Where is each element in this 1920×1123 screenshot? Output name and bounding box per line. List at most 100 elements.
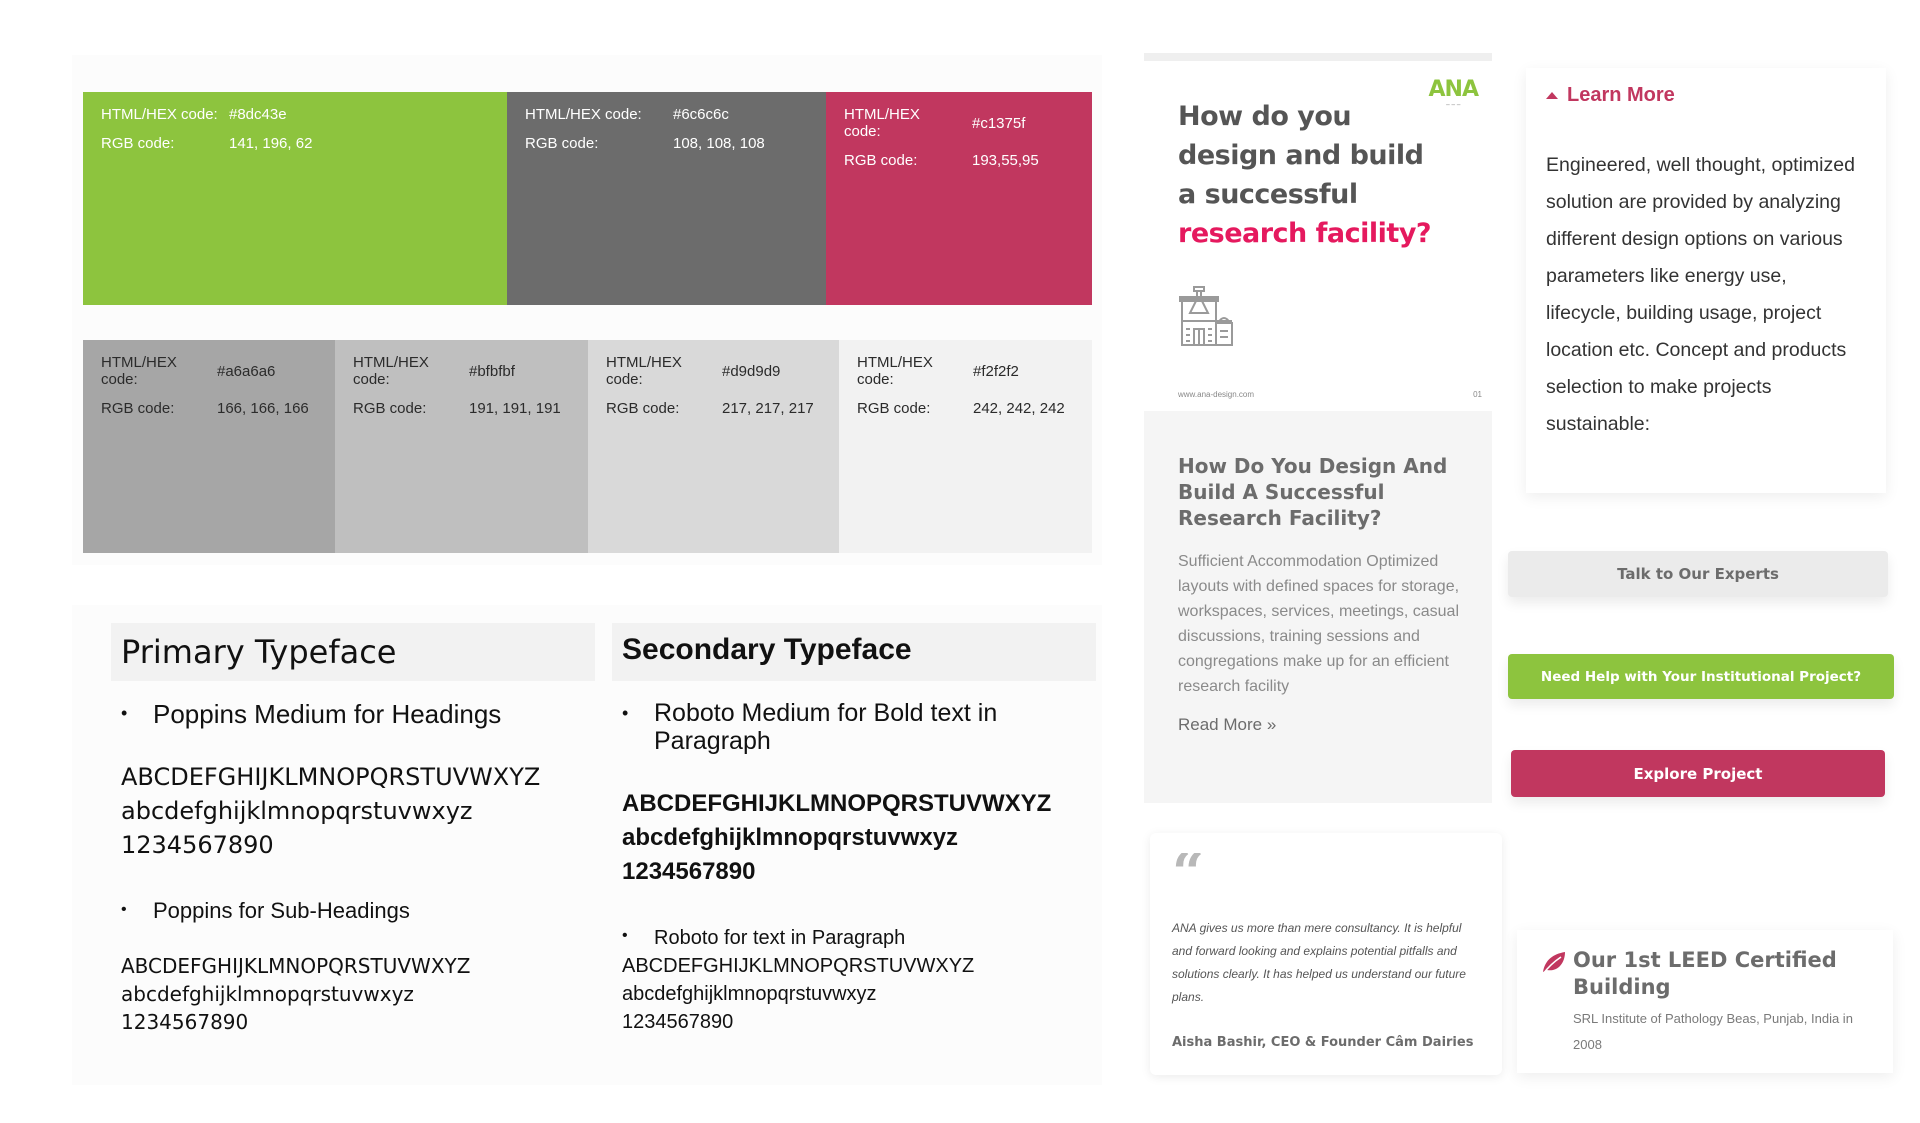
rgb-label: RGB code:	[857, 400, 931, 417]
hex-label: HTML/HEX code:	[525, 106, 642, 123]
leaf-icon	[1542, 952, 1565, 975]
hex-value: #bfbfbf	[469, 362, 515, 380]
hex-value: #f2f2f2	[973, 362, 1019, 380]
ana-logo: ANA — — —	[1428, 77, 1479, 107]
learn-more-card: Learn More Engineered, well thought, opt…	[1526, 68, 1886, 493]
hex-label: HTML/HEX code:	[857, 354, 933, 388]
rule-text: Roboto for text in Paragraph	[654, 927, 906, 949]
rule-text: Roboto Medium for Bold text in Paragraph	[654, 699, 998, 755]
rgb-label: RGB code:	[844, 152, 918, 169]
hex-label: HTML/HEX code:	[101, 106, 218, 123]
primary-heading-rule: • Poppins Medium for Headings	[111, 699, 595, 730]
bullet-icon: •	[622, 927, 628, 944]
blog-card[interactable]: ANA — — — How do you design and build a …	[1144, 53, 1492, 803]
primary-sub-rule: • Poppins for Sub-Headings	[111, 898, 595, 924]
headline-line: a successful	[1178, 179, 1358, 210]
hex-value: #a6a6a6	[217, 362, 276, 380]
secondary-heading-sample: ABCDEFGHIJKLMNOPQRSTUVWXYZ abcdefghijklm…	[612, 787, 1096, 889]
swatch-gray-a6: HTML/HEX code: #a6a6a6 RGB code: 166, 166,…	[83, 340, 335, 553]
bullet-icon: •	[622, 703, 629, 723]
leed-subtitle: SRL Institute of Pathology Beas, Punjab,…	[1573, 1011, 1853, 1052]
hex-label: HTML/HEX code:	[353, 354, 429, 388]
primary-sub-sample: ABCDEFGHIJKLMNOPQRSTUVWXYZ abcdefghijklm…	[111, 952, 595, 1036]
uppercase-sample: ABCDEFGHIJKLMNOPQRSTUVWXYZ	[121, 954, 471, 978]
color-palette-panel: HTML/HEX code: #8dc43e RGB code: 141, 196,…	[72, 55, 1102, 565]
secondary-sub-sample: ABCDEFGHIJKLMNOPQRSTUVWXYZ abcdefghijklm…	[612, 952, 1096, 1036]
swatch-gray-bf: HTML/HEX code: #bfbfbf RGB code: 191, 191,…	[335, 340, 588, 553]
hex-value: #d9d9d9	[722, 362, 781, 380]
blog-title[interactable]: How Do You Design And Build A Successful…	[1178, 453, 1468, 531]
primary-typeface-title: Primary Typeface	[111, 623, 595, 681]
rgb-value: 141, 196, 62	[229, 135, 313, 152]
blog-featured-image[interactable]: ANA — — — How do you design and build a …	[1144, 61, 1492, 411]
headline-line: design and build	[1178, 140, 1424, 171]
lab-building-icon	[1179, 286, 1233, 346]
typeface-panel: Primary Typeface • Poppins Medium for He…	[72, 605, 1102, 1085]
hex-label: HTML/HEX code:	[844, 106, 920, 140]
lowercase-sample: abcdefghijklmnopqrstuvwxyz	[622, 824, 959, 851]
rgb-label: RGB code:	[101, 400, 175, 417]
rgb-value: 108, 108, 108	[673, 135, 765, 152]
learn-more-label: Learn More	[1567, 84, 1675, 106]
digits-sample: 1234567890	[121, 1010, 249, 1034]
logo-tagline: — — —	[1445, 102, 1461, 107]
institutional-project-help-button[interactable]: Need Help with Your Institutional Projec…	[1508, 654, 1894, 699]
quote-icon: “	[1172, 853, 1205, 887]
swatch-green: HTML/HEX code: #8dc43e RGB code: 141, 196,…	[83, 92, 507, 305]
headline-line: How do you	[1178, 101, 1352, 132]
hex-label: HTML/HEX code:	[606, 354, 682, 388]
hex-label: HTML/HEX code:	[101, 354, 177, 388]
uppercase-sample: ABCDEFGHIJKLMNOPQRSTUVWXYZ	[622, 790, 1052, 817]
digits-sample: 1234567890	[121, 831, 274, 859]
rule-text: Poppins for Sub-Headings	[153, 898, 410, 923]
read-more-link[interactable]: Read More »	[1178, 715, 1276, 735]
testimonial-author: Aisha Bashir, CEO & Founder Câm Dairies	[1172, 1035, 1474, 1050]
rgb-value: 193,55,95	[972, 152, 1039, 169]
image-headline: How do you design and build a successful…	[1178, 97, 1432, 253]
rgb-value: 217, 217, 217	[722, 400, 814, 417]
leed-card: Our 1st LEED Certified Building SRL Inst…	[1517, 930, 1893, 1073]
uppercase-sample: ABCDEFGHIJKLMNOPQRSTUVWXYZ	[121, 763, 541, 791]
headline-accent: research facility?	[1178, 218, 1432, 249]
swatch-dark-gray: HTML/HEX code: #6c6c6c RGB code: 108, 108,…	[507, 92, 826, 305]
blog-body: How Do You Design And Build A Successful…	[1178, 453, 1468, 735]
hex-value: #8dc43e	[229, 106, 287, 123]
rgb-value: 191, 191, 191	[469, 400, 561, 417]
explore-project-button[interactable]: Explore Project	[1511, 750, 1885, 797]
primary-heading-sample: ABCDEFGHIJKLMNOPQRSTUVWXYZ abcdefghijklm…	[111, 760, 595, 862]
bullet-icon: •	[121, 703, 128, 723]
testimonial-text: ANA gives us more than mere consultancy.…	[1172, 921, 1466, 1004]
hex-value: #6c6c6c	[673, 106, 729, 123]
primary-typeface: Primary Typeface • Poppins Medium for He…	[111, 623, 595, 1036]
digits-sample: 1234567890	[622, 1011, 734, 1033]
secondary-typeface-title: Secondary Typeface	[612, 623, 1096, 681]
hex-value: #c1375f	[972, 114, 1026, 132]
learn-more-toggle[interactable]: Learn More	[1546, 84, 1866, 107]
swatch-pink: HTML/HEX code: #c1375f RGB code: 193,55,95	[826, 92, 1092, 305]
rule-text: Poppins Medium for Headings	[153, 699, 502, 729]
rgb-label: RGB code:	[525, 135, 599, 152]
talk-to-experts-button[interactable]: Talk to Our Experts	[1508, 551, 1888, 597]
testimonial-card: “ ANA gives us more than mere consultanc…	[1150, 833, 1502, 1075]
logo-text: ANA	[1428, 77, 1479, 102]
rgb-value: 242, 242, 242	[973, 400, 1065, 417]
image-page-number: 01	[1473, 390, 1482, 399]
card-top-strip	[1144, 53, 1492, 61]
secondary-heading-rule: • Roboto Medium for Bold text in Paragra…	[612, 699, 1096, 755]
lowercase-sample: abcdefghijklmnopqrstuvwxyz	[121, 797, 473, 825]
blog-excerpt: Sufficient Accommodation Optimized layou…	[1178, 553, 1460, 695]
rgb-label: RGB code:	[606, 400, 680, 417]
rgb-label: RGB code:	[101, 135, 175, 152]
lowercase-sample: abcdefghijklmnopqrstuvwxyz	[121, 982, 414, 1006]
rgb-label: RGB code:	[353, 400, 427, 417]
swatch-gray-f2: HTML/HEX code: #f2f2f2 RGB code: 242, 242,…	[839, 340, 1092, 553]
bullet-icon: •	[121, 901, 127, 918]
rgb-value: 166, 166, 166	[217, 400, 309, 417]
learn-more-text: Engineered, well thought, optimized solu…	[1546, 154, 1855, 435]
secondary-sub-rule: • Roboto for text in Paragraph	[612, 927, 1096, 950]
caret-up-icon	[1546, 92, 1558, 99]
digits-sample: 1234567890	[622, 858, 756, 885]
uppercase-sample: ABCDEFGHIJKLMNOPQRSTUVWXYZ	[622, 955, 975, 977]
leed-title: Our 1st LEED Certified Building	[1573, 948, 1837, 999]
lowercase-sample: abcdefghijklmnopqrstuvwxyz	[622, 983, 877, 1005]
